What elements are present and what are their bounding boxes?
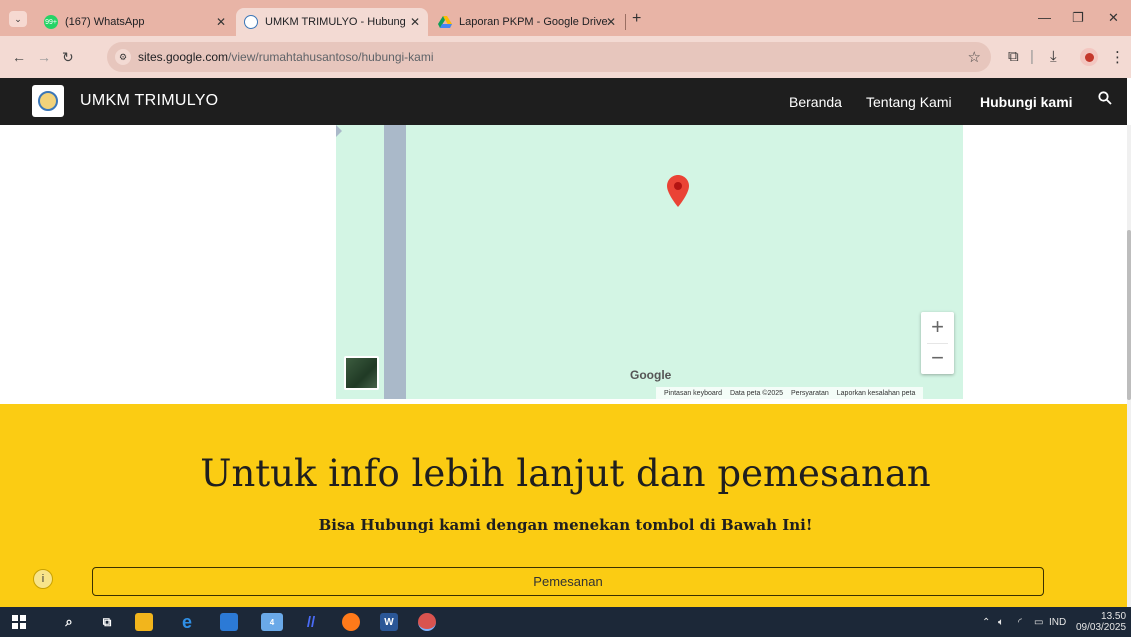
site-header: UMKM TRIMULYO Beranda Tentang Kami Hubun… — [0, 78, 1127, 125]
section-title: Untuk info lebih lanjut dan pemesanan — [200, 452, 931, 495]
task-view-icon[interactable]: ⧉ — [98, 613, 116, 631]
file-explorer-icon[interactable] — [135, 613, 153, 631]
reload-button[interactable]: ↻ — [62, 49, 74, 66]
bookmark-star-icon[interactable]: ☆ — [968, 48, 981, 66]
clock[interactable]: 13.50 09/03/2025 — [1076, 611, 1126, 633]
map-terms-link[interactable]: Persyaratan — [791, 390, 829, 397]
profile-avatar[interactable] — [1080, 48, 1098, 66]
contact-section: Untuk info lebih lanjut dan pemesanan Bi… — [0, 404, 1127, 607]
download-icon[interactable]: ⤓ — [1050, 48, 1057, 65]
clock-time: 13.50 — [1101, 611, 1127, 622]
windows-start-icon[interactable] — [10, 613, 28, 631]
site-info-icon[interactable]: ⚙ — [115, 49, 131, 65]
map-road-edge — [336, 125, 342, 137]
tab-whatsapp[interactable]: 99+ (167) WhatsApp ✕ — [36, 8, 234, 36]
close-icon[interactable]: ✕ — [410, 15, 420, 29]
windows-taskbar: ⌕ ⧉ e 4 // W ⌃ 🔈︎ ◜ ▭ IND 13.50 09/03/20… — [0, 607, 1131, 637]
order-button[interactable]: Pemesanan — [92, 567, 1044, 596]
scrollbar-thumb[interactable] — [1127, 230, 1131, 400]
map-footer: Pintasan keyboard Data peta ©2025 Persya… — [656, 387, 924, 399]
tab-search-button[interactable]: ⌄ — [9, 11, 27, 27]
close-icon[interactable]: ✕ — [216, 15, 226, 29]
browser-toolbar: ← → ↻ ⚙ sites.google.com/view/rumahtahus… — [0, 36, 1131, 78]
nav-hubungi-kami[interactable]: Hubungi kami — [980, 94, 1073, 110]
whatsapp-icon: 99+ — [44, 15, 58, 29]
close-icon[interactable]: ✕ — [606, 15, 616, 29]
map-road — [384, 125, 406, 399]
store-icon[interactable] — [220, 613, 238, 631]
clock-date: 09/03/2025 — [1076, 622, 1127, 633]
google-logo: Google — [630, 368, 672, 382]
map-data-credit: Data peta ©2025 — [729, 389, 784, 397]
tray-chevron-icon[interactable]: ⌃ — [982, 617, 990, 628]
url-text[interactable]: sites.google.com/view/rumahtahusantoso/h… — [138, 50, 434, 64]
site-logo-icon — [244, 15, 258, 29]
minimize-button[interactable]: — — [1038, 10, 1051, 25]
firefox-icon[interactable] — [342, 613, 360, 631]
address-bar[interactable]: ⚙ sites.google.com/view/rumahtahusantoso… — [107, 42, 991, 72]
window-close-button[interactable]: ✕ — [1108, 10, 1119, 26]
site-logo[interactable] — [32, 85, 64, 117]
browser-tab-strip: ⌄ 99+ (167) WhatsApp ✕ UMKM TRIMULYO - H… — [0, 0, 1131, 36]
info-icon[interactable]: i — [33, 569, 53, 589]
google-drive-icon — [438, 15, 452, 29]
map-pin-icon[interactable] — [667, 175, 689, 212]
map-report-error-link[interactable]: Laporkan kesalahan peta — [837, 390, 916, 397]
restore-button[interactable]: ❐ — [1072, 10, 1084, 26]
extensions-icon[interactable]: ⧉ — [1008, 48, 1019, 65]
volume-icon[interactable]: 🔈︎ — [998, 617, 1004, 628]
nav-beranda[interactable]: Beranda — [789, 94, 842, 110]
word-icon[interactable]: W — [380, 613, 398, 631]
google-map[interactable]: + − Google Pintasan keyboard Data peta ©… — [336, 125, 963, 399]
language-indicator[interactable]: IND — [1049, 617, 1066, 628]
tab-title: (167) WhatsApp — [65, 16, 145, 28]
nav-tentang-kami[interactable]: Tentang Kami — [866, 94, 952, 110]
map-zoom-controls: + − — [921, 312, 954, 374]
tab-umkm-trimulyo[interactable]: UMKM TRIMULYO - Hubungi ka ✕ — [236, 8, 428, 36]
battery-icon[interactable]: ▭ — [1034, 617, 1043, 628]
forward-button[interactable]: → — [37, 49, 51, 65]
app-slash-icon[interactable]: // — [302, 613, 320, 631]
wifi-icon[interactable]: ◜ — [1018, 617, 1022, 628]
chrome-icon[interactable] — [418, 613, 436, 631]
tab-divider — [625, 14, 626, 30]
back-button[interactable]: ← — [12, 49, 26, 65]
tab-title: Laporan PKPM - Google Drive — [459, 16, 608, 28]
search-icon[interactable]: ⌕ — [60, 613, 78, 631]
site-title[interactable]: UMKM TRIMULYO — [80, 92, 218, 110]
toolbar-divider: | — [1030, 48, 1034, 65]
tab-title: UMKM TRIMULYO - Hubungi ka — [265, 16, 405, 28]
zoom-out-button[interactable]: − — [921, 343, 954, 374]
map-keyboard-shortcuts-link[interactable]: Pintasan keyboard — [664, 390, 722, 397]
menu-kebab-icon[interactable]: ⋮ — [1110, 48, 1125, 66]
zoom-in-button[interactable]: + — [921, 312, 954, 343]
tab-google-drive[interactable]: Laporan PKPM - Google Drive ✕ — [430, 8, 624, 36]
edge-icon[interactable]: e — [178, 612, 196, 632]
satellite-layer-toggle[interactable] — [344, 356, 379, 390]
search-icon[interactable] — [1098, 91, 1112, 110]
section-subtitle: Bisa Hubungi kami dengan menekan tombol … — [318, 516, 813, 534]
new-tab-button[interactable]: + — [632, 10, 641, 28]
mail-icon[interactable]: 4 — [261, 613, 283, 631]
